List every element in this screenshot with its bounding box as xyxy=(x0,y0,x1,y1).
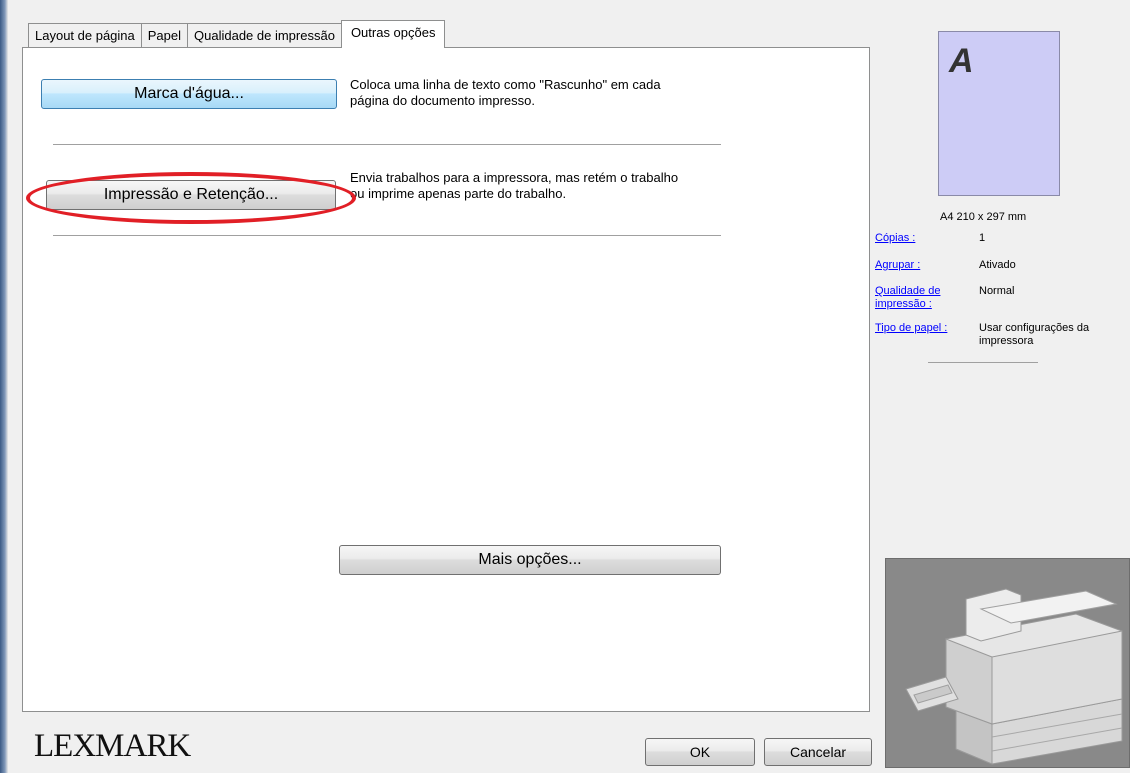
separator xyxy=(53,235,721,236)
print-quality-value: Normal xyxy=(979,285,1015,297)
tab-print-quality[interactable]: Qualidade de impressão xyxy=(187,23,342,48)
print-and-hold-description: Envia trabalhos para a impressora, mas r… xyxy=(350,170,678,202)
copies-value: 1 xyxy=(979,232,986,244)
ok-button[interactable]: OK xyxy=(645,738,755,766)
print-and-hold-button[interactable]: Impressão e Retenção... xyxy=(46,180,336,210)
copies-link[interactable]: Cópias : xyxy=(875,232,915,245)
watermark-desc-line-1: Coloca uma linha de texto como "Rascunho… xyxy=(350,77,661,92)
watermark-desc-line-2: página do documento impresso. xyxy=(350,93,536,108)
print-quality-link-line-1: Qualidade de xyxy=(875,285,941,297)
page-preview-letter: A xyxy=(949,42,974,80)
paper-type-value-line-1: Usar configurações da xyxy=(979,322,1090,334)
tab-panel: Marca d'água... Coloca uma linha de text… xyxy=(22,47,870,712)
paper-type-value: Usar configurações da impressora xyxy=(979,322,1089,348)
printer-image xyxy=(885,558,1130,768)
tab-strip: Layout de página Papel Qualidade de impr… xyxy=(28,20,446,48)
print-quality-link-line-2: impressão : xyxy=(875,298,932,310)
tab-page-layout[interactable]: Layout de página xyxy=(28,23,142,48)
paper-type-value-line-2: impressora xyxy=(979,335,1034,347)
separator xyxy=(928,362,1038,363)
collate-value: Ativado xyxy=(979,259,1016,271)
printer-icon xyxy=(905,588,1123,765)
cancel-button[interactable]: Cancelar xyxy=(764,738,872,766)
more-options-button[interactable]: Mais opções... xyxy=(339,545,721,575)
hold-desc-line-1: Envia trabalhos para a impressora, mas r… xyxy=(350,170,679,185)
watermark-button[interactable]: Marca d'água... xyxy=(41,79,337,109)
tab-paper[interactable]: Papel xyxy=(140,23,189,48)
print-quality-link[interactable]: Qualidade de impressão : xyxy=(875,285,940,311)
collate-link[interactable]: Agrupar : xyxy=(875,259,920,272)
window-left-border xyxy=(0,0,8,773)
paper-size-label: A4 210 x 297 mm xyxy=(940,211,1027,223)
lexmark-logo: LEXMARK xyxy=(34,728,191,764)
tab-other-options[interactable]: Outras opções xyxy=(340,20,446,48)
hold-desc-line-2: ou imprime apenas parte do trabalho. xyxy=(350,186,567,201)
separator xyxy=(53,144,721,145)
watermark-description: Coloca uma linha de texto como "Rascunho… xyxy=(350,77,661,109)
page-preview: A xyxy=(938,31,1060,196)
paper-type-link[interactable]: Tipo de papel : xyxy=(875,322,947,335)
